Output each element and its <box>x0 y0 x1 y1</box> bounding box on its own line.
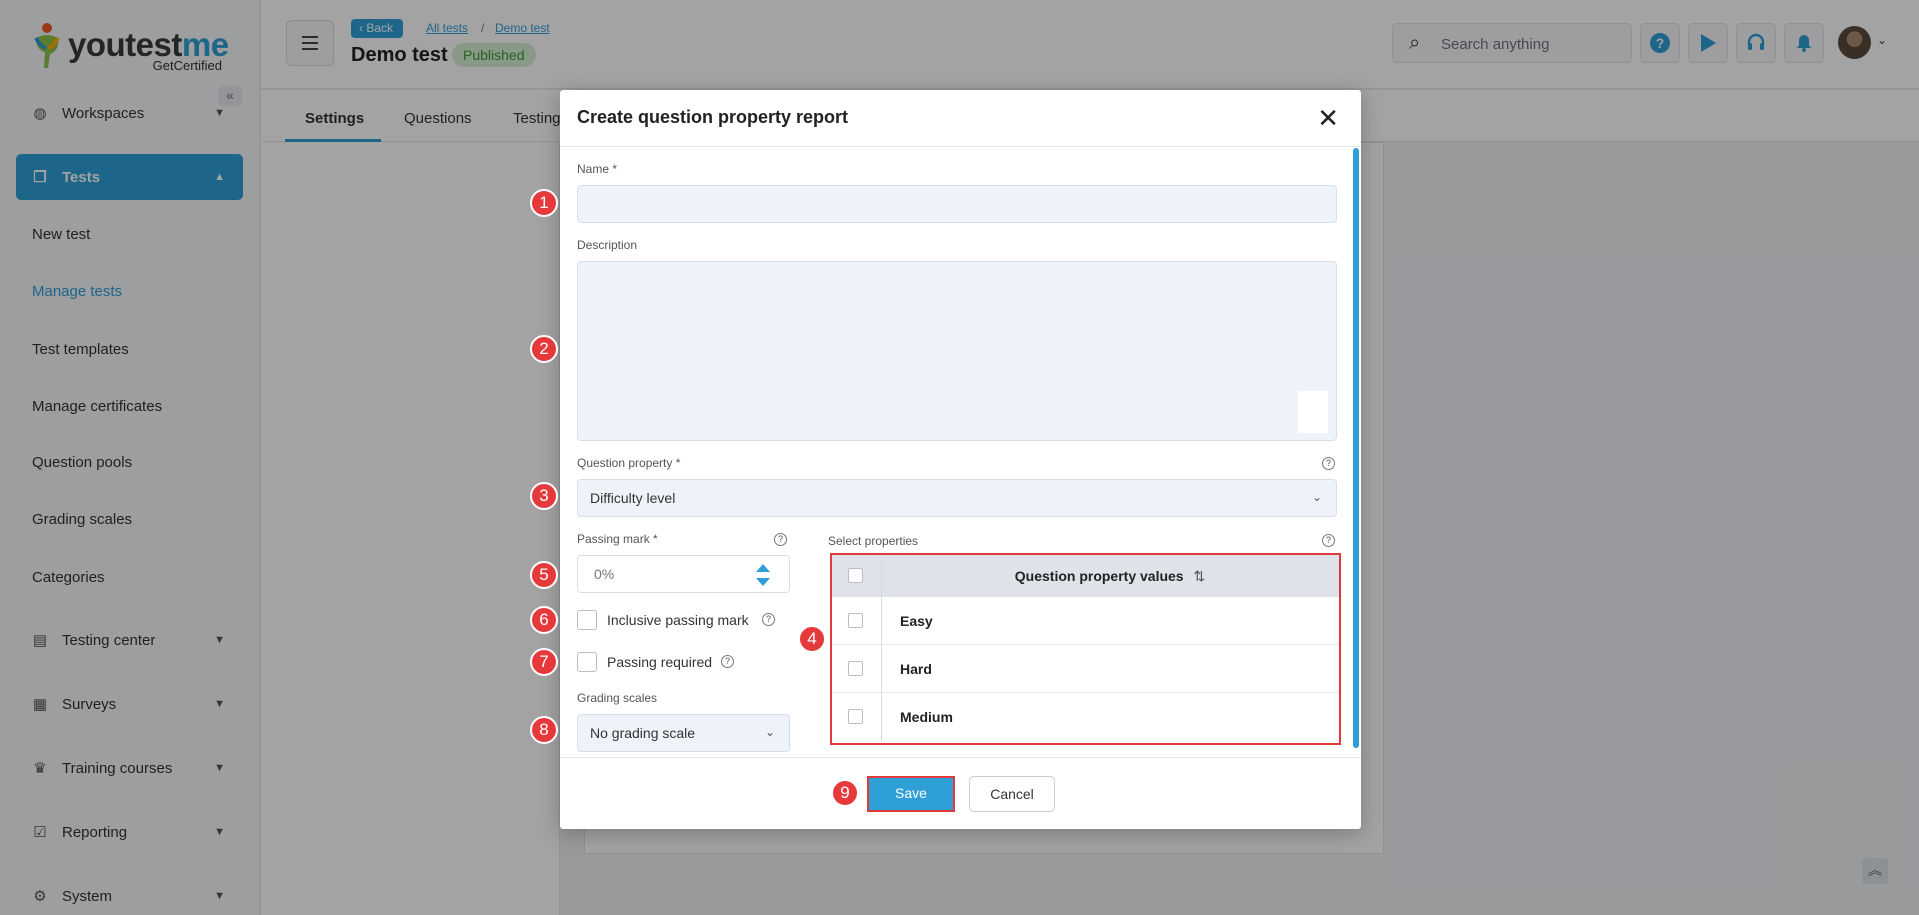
dialog-title: Create question property report <box>577 107 849 127</box>
inclusive-passing-mark-label: Inclusive passing mark <box>607 612 749 628</box>
sort-icon: ⇅ <box>1193 568 1206 584</box>
passing-required-checkbox[interactable] <box>577 652 597 672</box>
table-row[interactable]: Medium <box>832 693 1339 741</box>
divider <box>560 757 1361 758</box>
annotation-marker-5: 5 <box>530 561 558 589</box>
name-field[interactable] <box>577 185 1337 223</box>
annotation-marker-7: 7 <box>530 648 558 676</box>
save-button[interactable]: Save <box>867 776 955 812</box>
question-property-label: Question property * <box>577 456 681 470</box>
annotation-marker-1: 1 <box>530 189 558 217</box>
select-properties-label: Select properties <box>828 534 919 548</box>
column-header-property-values[interactable]: Question property values ⇅ <box>881 568 1339 585</box>
table-row[interactable]: Hard <box>832 645 1339 693</box>
name-label: Name * <box>577 162 618 176</box>
annotation-marker-6: 6 <box>530 606 558 634</box>
chevron-down-icon: ⌄ <box>764 725 775 739</box>
passing-required-label: Passing required <box>607 654 713 670</box>
property-values-table: Question property values ⇅ Easy Hard Med… <box>830 553 1341 745</box>
cancel-button[interactable]: Cancel <box>969 776 1055 812</box>
annotation-marker-3: 3 <box>530 482 558 510</box>
close-icon[interactable]: ✕ <box>1317 105 1339 131</box>
textarea-resize-handle[interactable] <box>1298 391 1328 433</box>
annotation-marker-4: 4 <box>798 625 826 653</box>
row-value: Hard <box>900 661 932 677</box>
row-value: Medium <box>900 709 953 725</box>
help-icon[interactable]: ? <box>762 613 775 626</box>
stepper-arrows-icon[interactable] <box>755 563 771 587</box>
passing-mark-stepper[interactable]: 0% <box>577 555 790 593</box>
help-icon[interactable]: ? <box>774 533 787 546</box>
inclusive-passing-mark-checkbox[interactable] <box>577 610 597 630</box>
help-icon[interactable]: ? <box>1322 534 1335 547</box>
table-header-row: Question property values ⇅ <box>832 555 1339 597</box>
dialog-scrollbar[interactable] <box>1353 148 1359 748</box>
annotation-marker-9: 9 <box>831 779 859 807</box>
grading-scales-label: Grading scales <box>577 691 658 705</box>
row-value: Easy <box>900 613 933 629</box>
table-row[interactable]: Easy <box>832 597 1339 645</box>
divider <box>560 146 1361 147</box>
grading-scales-select[interactable]: No grading scale ⌄ <box>577 714 790 752</box>
row-checkbox[interactable] <box>848 709 863 724</box>
description-field[interactable] <box>577 261 1337 441</box>
row-checkbox[interactable] <box>848 613 863 628</box>
chevron-down-icon: ⌄ <box>1311 490 1322 504</box>
annotation-marker-2: 2 <box>530 335 558 363</box>
row-checkbox[interactable] <box>848 661 863 676</box>
help-icon[interactable]: ? <box>1322 457 1335 470</box>
question-property-select[interactable]: Difficulty level ⌄ <box>577 479 1337 517</box>
help-icon[interactable]: ? <box>721 655 734 668</box>
passing-mark-label: Passing mark * <box>577 532 658 546</box>
annotation-marker-8: 8 <box>530 716 558 744</box>
description-label: Description <box>577 238 638 252</box>
select-all-checkbox[interactable] <box>848 568 863 583</box>
